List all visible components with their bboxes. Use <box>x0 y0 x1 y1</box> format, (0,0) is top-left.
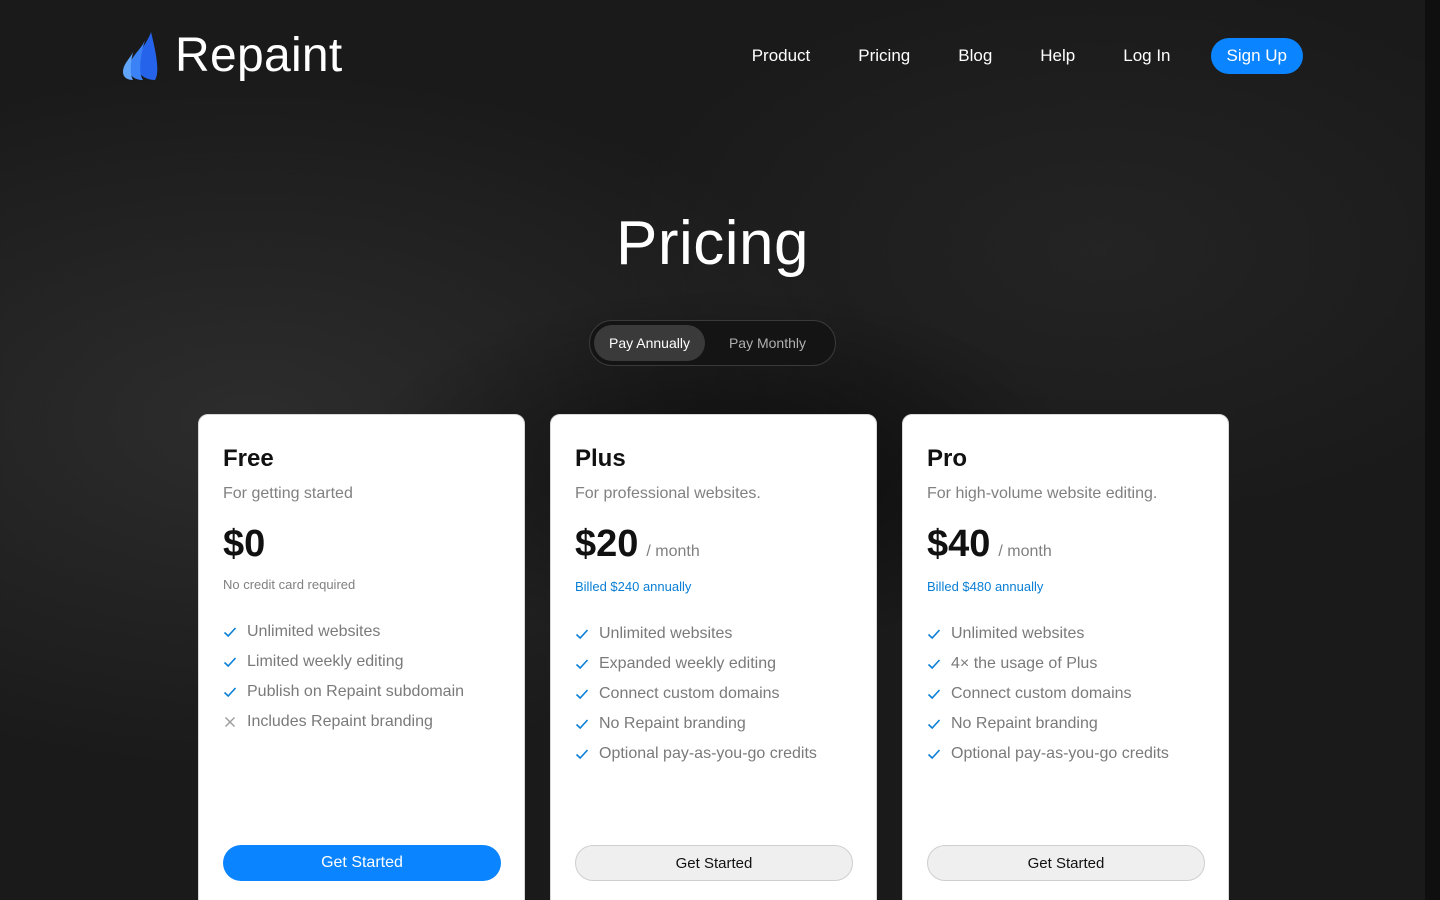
check-icon <box>927 719 941 730</box>
check-icon <box>223 657 237 668</box>
x-icon <box>225 717 235 727</box>
feature-item: Includes Repaint branding <box>223 707 464 737</box>
pay-monthly-option[interactable]: Pay Monthly <box>714 325 821 361</box>
feature-list: Unlimited websites 4× the usage of Plus … <box>927 619 1169 769</box>
check-icon <box>927 629 941 640</box>
feature-item: 4× the usage of Plus <box>927 649 1169 679</box>
feature-list: Unlimited websites Expanded weekly editi… <box>575 619 817 769</box>
login-link[interactable]: Log In <box>1123 38 1170 74</box>
plan-card-plus: Plus For professional websites. $20 / mo… <box>550 414 877 900</box>
check-icon <box>927 689 941 700</box>
plan-description: For high-volume website editing. <box>927 485 1158 502</box>
feature-item: Unlimited websites <box>927 619 1169 649</box>
feature-item: Limited weekly editing <box>223 647 464 677</box>
feature-item: No Repaint branding <box>927 709 1169 739</box>
feature-text: Optional pay-as-you-go credits <box>599 745 817 762</box>
plan-price: $20 <box>575 523 639 565</box>
price-row: $20 / month <box>575 523 700 566</box>
plan-price: $0 <box>223 523 266 565</box>
feature-text: Connect custom domains <box>599 685 780 702</box>
page-title: Pricing <box>615 209 809 278</box>
brand-logo[interactable]: Repaint <box>121 30 343 82</box>
check-icon <box>575 719 589 730</box>
feature-item: Connect custom domains <box>575 679 817 709</box>
feature-text: 4× the usage of Plus <box>951 655 1098 672</box>
plan-name: Plus <box>575 445 626 472</box>
billing-note: No credit card required <box>223 577 356 592</box>
feature-item: Unlimited websites <box>575 619 817 649</box>
feature-text: Limited weekly editing <box>247 653 404 670</box>
check-icon <box>927 749 941 760</box>
nav-product[interactable]: Product <box>752 38 811 74</box>
feature-list: Unlimited websites Limited weekly editin… <box>223 617 464 737</box>
plan-description: For getting started <box>223 485 353 502</box>
get-started-button-free[interactable]: Get Started <box>223 845 501 881</box>
feature-text: Unlimited websites <box>599 625 733 642</box>
feature-item: Expanded weekly editing <box>575 649 817 679</box>
feature-item: No Repaint branding <box>575 709 817 739</box>
plan-description: For professional websites. <box>575 485 761 502</box>
feature-text: No Repaint branding <box>599 715 746 732</box>
feature-text: Includes Repaint branding <box>247 713 433 730</box>
feature-item: Optional pay-as-you-go credits <box>927 739 1169 769</box>
feature-item: Optional pay-as-you-go credits <box>575 739 817 769</box>
get-started-button-plus[interactable]: Get Started <box>575 845 853 881</box>
nav-blog[interactable]: Blog <box>958 38 992 74</box>
price-row: $0 <box>223 523 265 566</box>
plan-name: Pro <box>927 445 968 472</box>
plan-period: / month <box>646 543 700 560</box>
nav-help[interactable]: Help <box>1040 38 1075 74</box>
plan-name: Free <box>223 445 274 472</box>
main-nav: Product Pricing Blog Help Log In Sign Up <box>752 38 1303 74</box>
billing-toggle: Pay Annually Pay Monthly <box>589 320 836 366</box>
get-started-button-pro[interactable]: Get Started <box>927 845 1205 881</box>
drop-logo-icon <box>123 32 158 80</box>
feature-text: No Repaint branding <box>951 715 1098 732</box>
feature-text: Optional pay-as-you-go credits <box>951 745 1169 762</box>
feature-text: Expanded weekly editing <box>599 655 777 672</box>
signup-button[interactable]: Sign Up <box>1210 38 1303 74</box>
price-row: $40 / month <box>927 523 1052 566</box>
feature-item: Publish on Repaint subdomain <box>223 677 464 707</box>
check-icon <box>575 749 589 760</box>
pay-annually-option[interactable]: Pay Annually <box>594 325 705 361</box>
check-icon <box>927 659 941 670</box>
feature-text: Connect custom domains <box>951 685 1132 702</box>
plan-card-pro: Pro For high-volume website editing. $40… <box>902 414 1229 900</box>
check-icon <box>575 689 589 700</box>
feature-text: Unlimited websites <box>247 623 381 640</box>
check-icon <box>223 687 237 698</box>
site-header: Repaint Product Pricing Blog Help Log In… <box>0 0 1425 112</box>
billing-note: Billed $240 annually <box>575 579 692 594</box>
plan-period: / month <box>998 543 1052 560</box>
billing-note: Billed $480 annually <box>927 579 1044 594</box>
feature-text: Publish on Repaint subdomain <box>247 683 465 700</box>
check-icon <box>575 629 589 640</box>
scrollbar[interactable] <box>1425 0 1440 900</box>
feature-text: Unlimited websites <box>951 625 1085 642</box>
plan-price: $40 <box>927 523 991 565</box>
brand-name: Repaint <box>175 29 343 82</box>
check-icon <box>223 627 237 638</box>
nav-pricing[interactable]: Pricing <box>858 38 910 74</box>
plan-card-free: Free For getting started $0 No credit ca… <box>198 414 525 900</box>
feature-item: Connect custom domains <box>927 679 1169 709</box>
check-icon <box>575 659 589 670</box>
feature-item: Unlimited websites <box>223 617 464 647</box>
